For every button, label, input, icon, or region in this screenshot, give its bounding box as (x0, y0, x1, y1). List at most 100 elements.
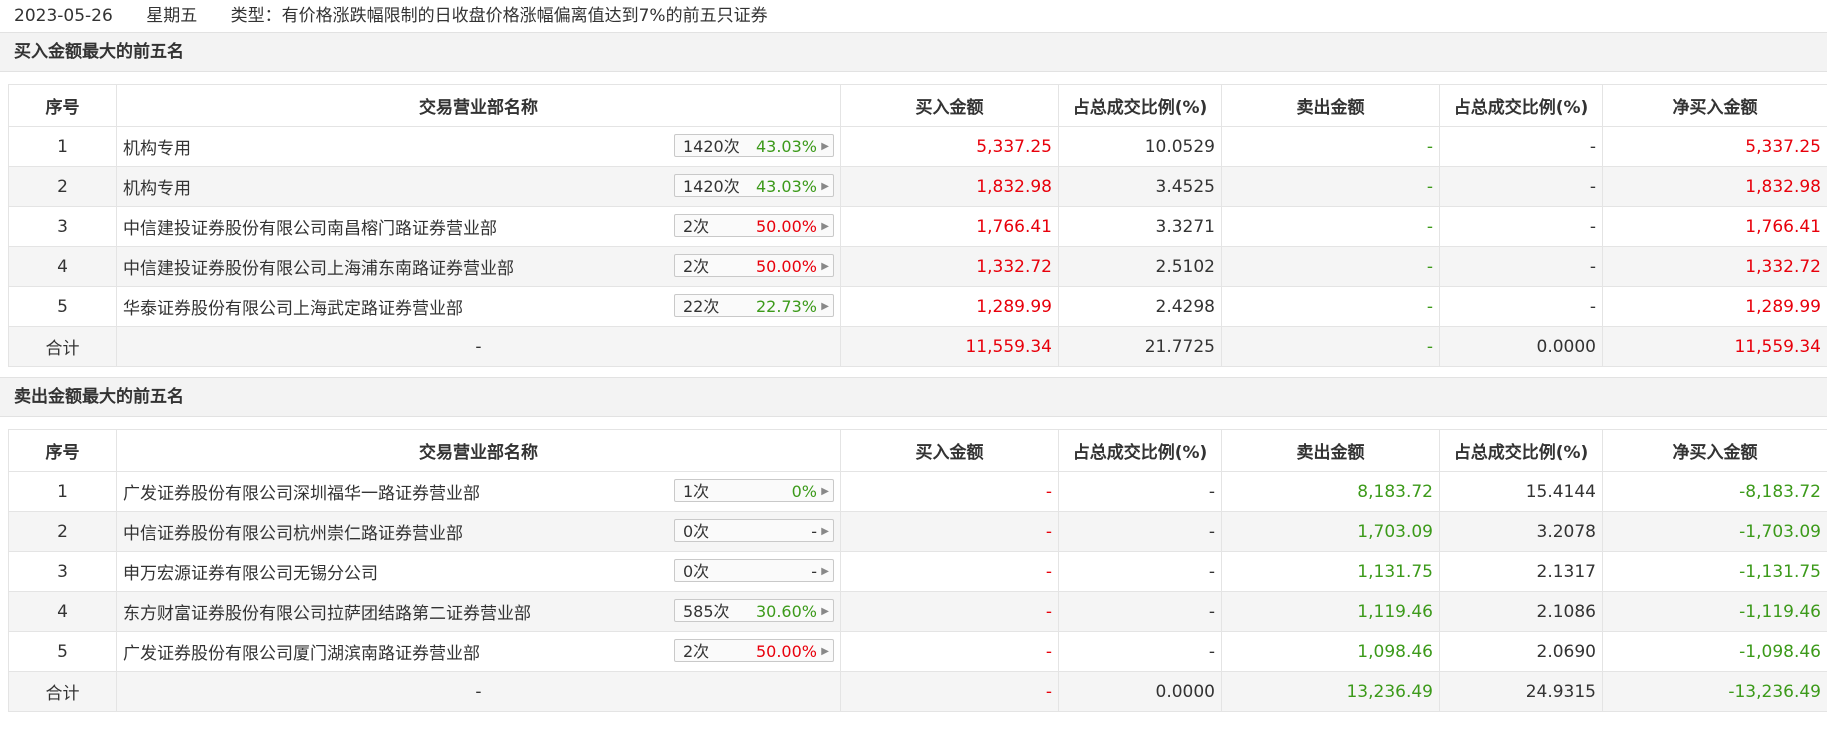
on-list-count: 0次 (683, 562, 710, 581)
buy-ratio: 3.3271 (1058, 206, 1222, 247)
branch-name[interactable]: 中信证券股份有限公司杭州崇仁路证券营业部 (123, 519, 463, 544)
col-branch-name: 交易营业部名称 (116, 429, 841, 472)
on-list-count: 585次 (683, 602, 730, 621)
branch-name[interactable]: 广发证券股份有限公司深圳福华一路证券营业部 (123, 479, 480, 504)
total-buy-amount: - (840, 671, 1059, 712)
buy-ratio: - (1058, 591, 1222, 632)
sell-section-title: 卖出金额最大的前五名 (0, 377, 1827, 417)
table-row: 3 申万宏源证券有限公司无锡分公司 0次 - ▶ - -1,131.75 2.1317 -1,1… (8, 551, 1827, 592)
sell-ratio: - (1439, 166, 1603, 207)
total-label: 合计 (8, 671, 117, 712)
buy-section-title: 买入金额最大的前五名 (0, 32, 1827, 72)
buy-amount: - (840, 551, 1059, 592)
row-index: 2 (8, 511, 117, 552)
branch-name-cell: 机构专用 1420次 43.03% ▶ (116, 166, 841, 207)
caret-right-icon: ▶ (821, 261, 829, 272)
rise-probability: - (811, 562, 817, 581)
branch-name[interactable]: 申万宏源证券有限公司无锡分公司 (123, 559, 378, 584)
buy-ratio: 10.0529 (1058, 126, 1222, 167)
buy-amount: 5,337.25 (840, 126, 1059, 167)
branch-name[interactable]: 机构专用 (123, 134, 191, 159)
buy-amount: - (840, 511, 1059, 552)
net-buy-amount: -1,703.09 (1602, 511, 1827, 552)
caret-right-icon: ▶ (821, 301, 829, 312)
table-row: 2 机构专用 1420次 43.03% ▶ 1,832.98 3.4525- -1,832.9… (8, 166, 1827, 207)
sell-amount: 1,119.46 (1221, 591, 1440, 632)
caret-right-icon: ▶ (821, 221, 829, 232)
on-list-stats-button[interactable]: 2次 50.00% ▶ (674, 639, 834, 662)
sell-ratio: 2.0690 (1439, 631, 1603, 672)
branch-name[interactable]: 机构专用 (123, 174, 191, 199)
table-row: 5 华泰证券股份有限公司上海武定路证券营业部 22次 22.73% ▶ 1,289.99 2… (8, 286, 1827, 327)
sell-ratio: 2.1317 (1439, 551, 1603, 592)
net-buy-amount: -1,131.75 (1602, 551, 1827, 592)
table-row: 4 中信建投证券股份有限公司上海浦东南路证券营业部 2次 50.00% ▶ 1,332.7… (8, 246, 1827, 287)
table-row: 1 机构专用 1420次 43.03% ▶ 5,337.25 10.0529- -5,337.… (8, 126, 1827, 167)
rise-probability: 50.00% (755, 257, 817, 276)
branch-name-cell: 华泰证券股份有限公司上海武定路证券营业部 22次 22.73% ▶ (116, 286, 841, 327)
sell-amount: 8,183.72 (1221, 471, 1440, 512)
branch-name[interactable]: 东方财富证券股份有限公司拉萨团结路第二证券营业部 (123, 599, 531, 624)
rise-probability: 43.03% (755, 177, 817, 196)
table-row: 3 中信建投证券股份有限公司南昌榕门路证券营业部 2次 50.00% ▶ 1,766.41… (8, 206, 1827, 247)
info-bar: 2023-05-26 星期五 类型：有价格涨跌幅限制的日收盘价格涨幅偏离值达到7… (0, 0, 1827, 32)
caret-right-icon: ▶ (821, 646, 829, 657)
on-list-count: 1420次 (683, 137, 740, 156)
buy-amount: - (840, 591, 1059, 632)
branch-name[interactable]: 华泰证券股份有限公司上海武定路证券营业部 (123, 294, 463, 319)
caret-right-icon: ▶ (821, 526, 829, 537)
on-list-stats-button[interactable]: 2次 50.00% ▶ (674, 214, 834, 237)
rise-probability: 50.00% (755, 217, 817, 236)
total-name: - (116, 671, 841, 712)
buy-amount: 1,332.72 (840, 246, 1059, 287)
sell-amount: 1,131.75 (1221, 551, 1440, 592)
rise-probability: 43.03% (755, 137, 817, 156)
on-list-count: 2次 (683, 217, 710, 236)
buy-ratio: 3.4525 (1058, 166, 1222, 207)
on-list-stats-button[interactable]: 1次 0% ▶ (674, 479, 834, 502)
sell-ratio: - (1439, 286, 1603, 327)
on-list-count: 1次 (683, 482, 710, 501)
col-buy-amount: 买入金额 (840, 84, 1059, 127)
net-buy-amount: 1,332.72 (1602, 246, 1827, 287)
buy-ratio: - (1058, 551, 1222, 592)
on-list-stats-button[interactable]: 0次 - ▶ (674, 559, 834, 582)
total-buy-ratio: 0.0000 (1058, 671, 1222, 712)
branch-name-cell: 东方财富证券股份有限公司拉萨团结路第二证券营业部 585次 30.60% ▶ (116, 591, 841, 632)
branch-name-cell: 中信建投证券股份有限公司南昌榕门路证券营业部 2次 50.00% ▶ (116, 206, 841, 247)
sell-amount: 1,703.09 (1221, 511, 1440, 552)
rise-probability: - (811, 522, 817, 541)
row-index: 2 (8, 166, 117, 207)
rise-probability: 22.73% (755, 297, 817, 316)
total-buy-amount: 11,559.34 (840, 326, 1059, 367)
rise-probability: 50.00% (755, 642, 817, 661)
caret-right-icon: ▶ (821, 181, 829, 192)
caret-right-icon: ▶ (821, 141, 829, 152)
col-index: 序号 (8, 84, 117, 127)
col-buy-amount: 买入金额 (840, 429, 1059, 472)
on-list-stats-button[interactable]: 585次 30.60% ▶ (674, 599, 834, 622)
caret-right-icon: ▶ (821, 566, 829, 577)
sell-ratio: 15.4144 (1439, 471, 1603, 512)
branch-name[interactable]: 广发证券股份有限公司厦门湖滨南路证券营业部 (123, 639, 480, 664)
sell-amount: - (1221, 126, 1440, 167)
buy-ratio: - (1058, 631, 1222, 672)
net-buy-amount: 5,337.25 (1602, 126, 1827, 167)
on-list-stats-button[interactable]: 0次 - ▶ (674, 519, 834, 542)
on-list-stats-button[interactable]: 2次 50.00% ▶ (674, 254, 834, 277)
sell-ratio: 2.1086 (1439, 591, 1603, 632)
branch-name[interactable]: 中信建投证券股份有限公司上海浦东南路证券营业部 (123, 254, 514, 279)
sell-ratio: - (1439, 246, 1603, 287)
col-net-buy: 净买入金额 (1602, 84, 1827, 127)
on-list-stats-button[interactable]: 1420次 43.03% ▶ (674, 134, 834, 157)
total-row: 合计 - -0.0000 13,236.49 24.9315 -13,236.49 (8, 671, 1827, 712)
branch-name[interactable]: 中信建投证券股份有限公司南昌榕门路证券营业部 (123, 214, 497, 239)
on-list-stats-button[interactable]: 1420次 43.03% ▶ (674, 174, 834, 197)
branch-name-cell: 申万宏源证券有限公司无锡分公司 0次 - ▶ (116, 551, 841, 592)
branch-name-cell: 广发证券股份有限公司深圳福华一路证券营业部 1次 0% ▶ (116, 471, 841, 512)
on-list-stats-button[interactable]: 22次 22.73% ▶ (674, 294, 834, 317)
on-list-count: 22次 (683, 297, 720, 316)
table-row: 4 东方财富证券股份有限公司拉萨团结路第二证券营业部 585次 30.60% ▶ - -1,… (8, 591, 1827, 632)
total-buy-ratio: 21.7725 (1058, 326, 1222, 367)
net-buy-amount: -8,183.72 (1602, 471, 1827, 512)
